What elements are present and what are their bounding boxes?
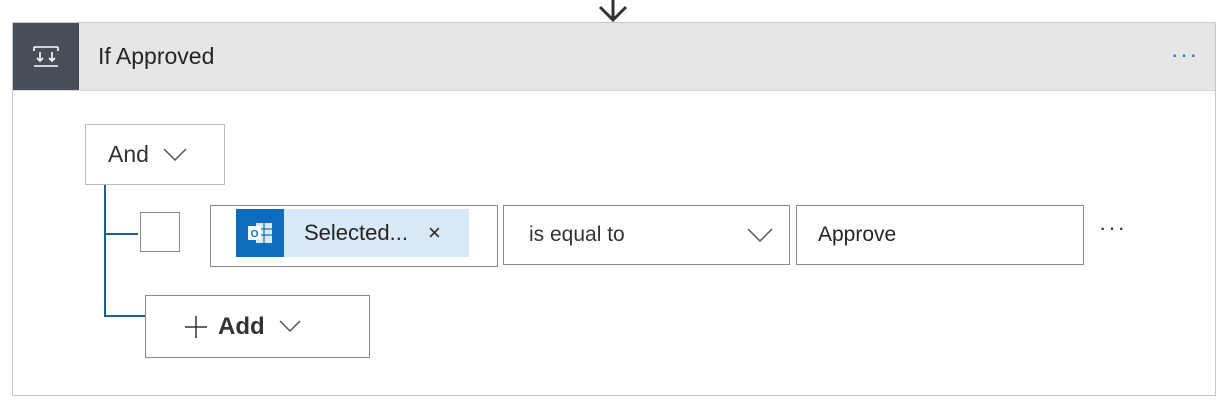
- outlook-icon: O: [236, 209, 284, 257]
- remove-token-icon[interactable]: ×: [428, 220, 441, 246]
- right-operand-value: Approve: [818, 223, 897, 246]
- condition-card-header[interactable]: If Approved ···: [13, 23, 1215, 91]
- comparison-operator-dropdown[interactable]: is equal to: [503, 205, 790, 265]
- group-operator-dropdown[interactable]: And: [85, 124, 225, 185]
- condition-title[interactable]: If Approved: [98, 23, 214, 90]
- card-more-options-icon[interactable]: ···: [1171, 23, 1199, 90]
- group-operator-label: And: [108, 141, 149, 167]
- svg-text:O: O: [251, 229, 259, 240]
- left-operand-field[interactable]: O Selected... ×: [210, 205, 498, 267]
- flow-arrow-down-icon: [598, 0, 628, 22]
- chevron-down-icon: [747, 228, 773, 242]
- condition-card: If Approved ··· And O Selected... × is e…: [12, 22, 1216, 396]
- chevron-down-icon: [279, 320, 301, 333]
- row-more-options-icon[interactable]: ···: [1099, 215, 1127, 241]
- tree-connector-row: [104, 233, 138, 235]
- chevron-down-icon: [163, 147, 187, 161]
- tree-connector-add: [104, 315, 145, 317]
- token-label: Selected...: [304, 220, 408, 245]
- comparison-operator-label: is equal to: [529, 223, 625, 246]
- right-operand-input[interactable]: Approve: [796, 205, 1084, 265]
- add-button[interactable]: Add: [145, 295, 370, 358]
- add-label: Add: [218, 312, 265, 340]
- condition-icon: [13, 23, 79, 90]
- dynamic-content-token[interactable]: O Selected... ×: [236, 209, 469, 257]
- plus-icon: [185, 315, 207, 338]
- tree-connector-vertical: [104, 185, 106, 317]
- row-select-checkbox[interactable]: [140, 212, 180, 252]
